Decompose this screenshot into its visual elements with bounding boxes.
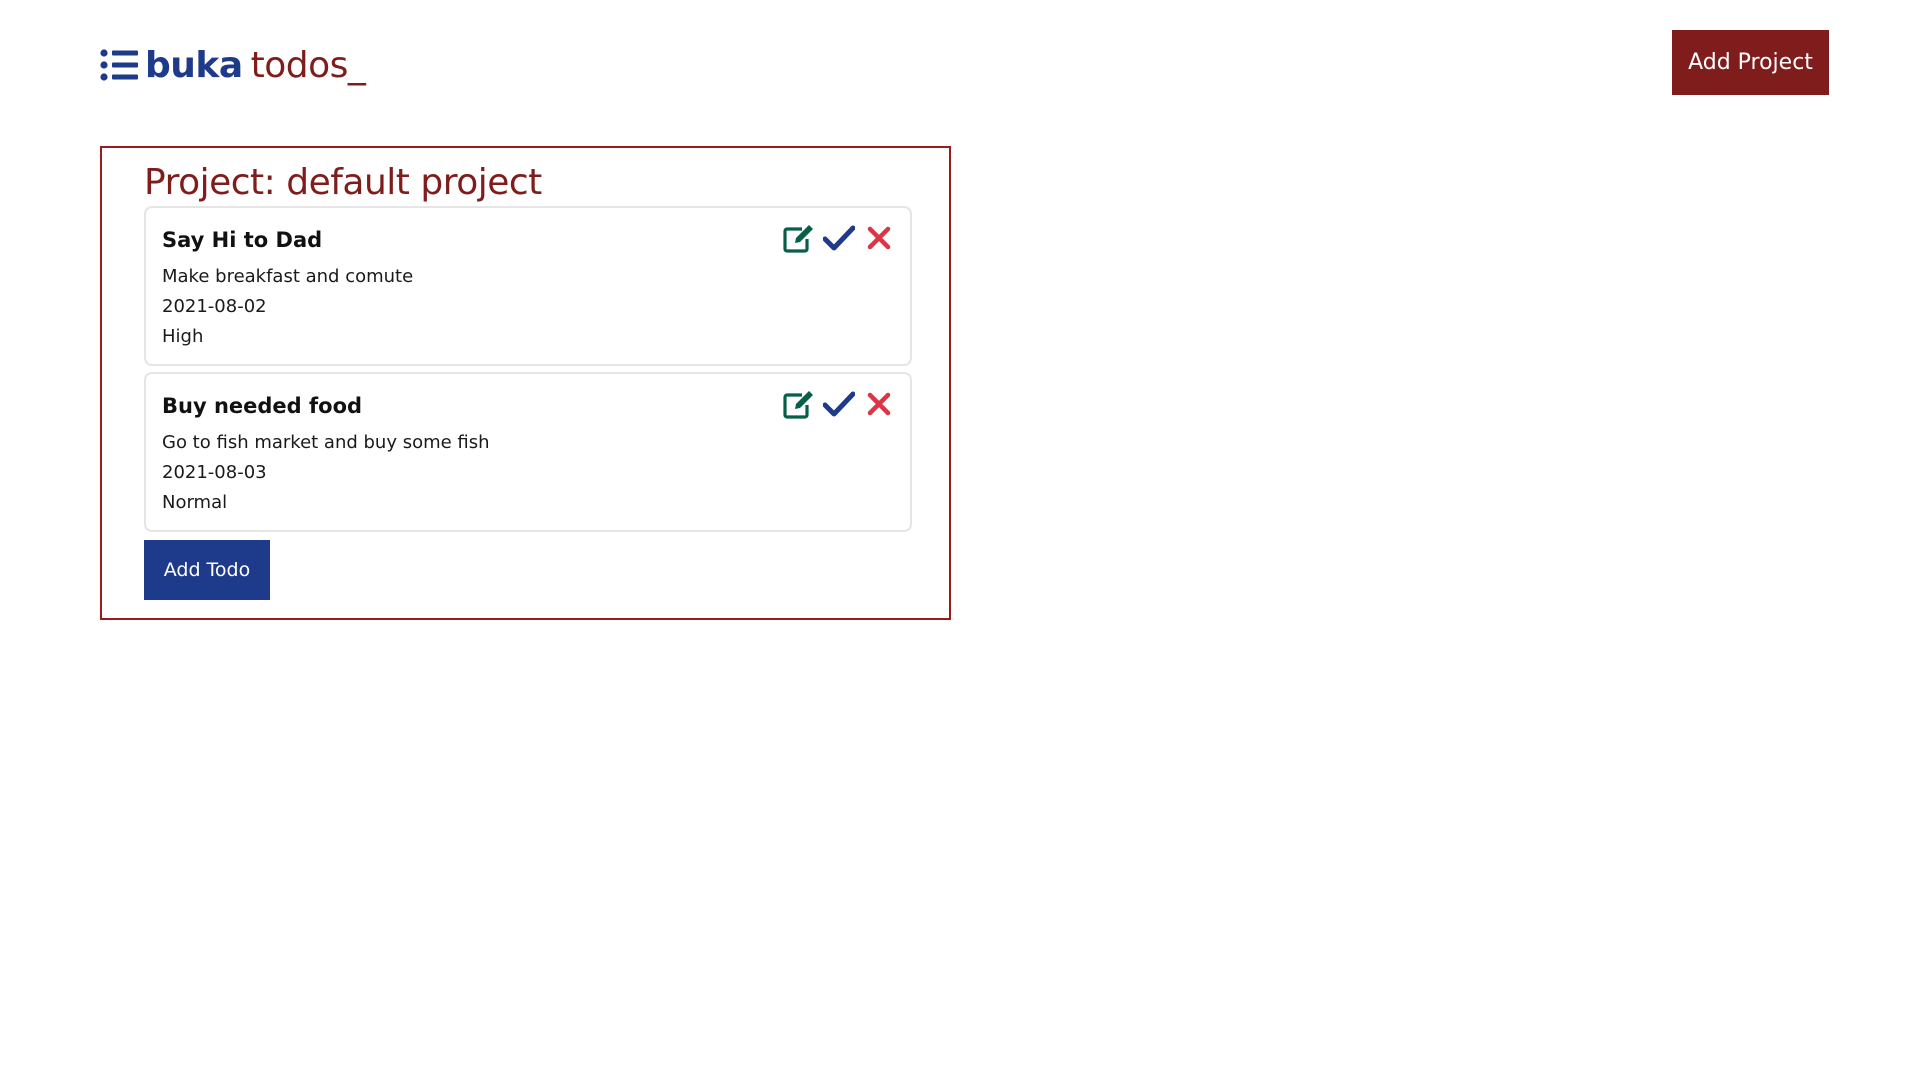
check-icon	[822, 225, 856, 254]
logo-primary-text: buka	[145, 44, 243, 86]
logo[interactable]: buka todos_	[100, 42, 366, 88]
list-icon	[100, 47, 140, 83]
logo-secondary-text: todos_	[250, 44, 366, 86]
todo-title: Buy needed food	[162, 394, 363, 418]
todo-date: 2021-08-03	[162, 462, 267, 483]
close-icon	[867, 392, 891, 419]
todo-actions	[782, 389, 894, 422]
close-icon	[867, 226, 891, 253]
todo-item: Say Hi to Dad Make breakfast and comute …	[144, 206, 912, 366]
add-project-button[interactable]: Add Project	[1672, 30, 1829, 95]
todo-priority: Normal	[162, 492, 228, 513]
todo-item: Buy needed food Go to fish market and bu…	[144, 372, 912, 532]
todo-priority: High	[162, 326, 204, 347]
edit-icon	[782, 223, 816, 256]
check-icon	[822, 391, 856, 420]
edit-todo-button[interactable]	[782, 223, 816, 256]
header: buka todos_ Add Project	[0, 0, 1920, 110]
edit-icon	[782, 389, 816, 422]
project-title: Project: default project	[144, 162, 542, 203]
todo-description: Go to fish market and buy some fish	[162, 432, 490, 453]
delete-todo-button[interactable]	[864, 224, 894, 254]
complete-todo-button[interactable]	[822, 224, 856, 254]
add-todo-button[interactable]: Add Todo	[144, 540, 270, 600]
delete-todo-button[interactable]	[864, 390, 894, 420]
todo-description: Make breakfast and comute	[162, 266, 414, 287]
complete-todo-button[interactable]	[822, 390, 856, 420]
todo-date: 2021-08-02	[162, 296, 267, 317]
todo-actions	[782, 223, 894, 256]
edit-todo-button[interactable]	[782, 389, 816, 422]
todo-title: Say Hi to Dad	[162, 228, 323, 252]
project-card: Project: default project Say Hi to Dad M…	[100, 146, 951, 620]
